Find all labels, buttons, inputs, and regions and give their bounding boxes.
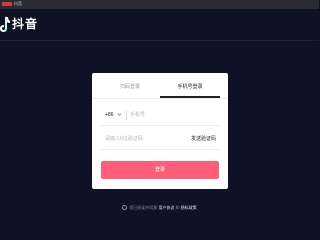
- browser-tab-strip: 抖音: [0, 0, 319, 9]
- login-tabs: 扫码登录 手机号登录: [92, 73, 228, 99]
- agreement-line: 我已阅读并同意 用户协议 和 隐私政策: [0, 204, 319, 212]
- browser-tab-label[interactable]: 抖音: [14, 1, 22, 7]
- agreement-checkbox[interactable]: [122, 205, 128, 211]
- phone-input[interactable]: [130, 109, 216, 121]
- send-code-button[interactable]: 发送验证码: [191, 134, 216, 144]
- phone-row: +86: [101, 105, 219, 126]
- verification-code-input[interactable]: [105, 133, 175, 145]
- douyin-logo-icon[interactable]: [0, 16, 10, 34]
- douyin-login-page: 抖音 抖音 扫码登录 手机号登录 +86 发送验证码 登录: [0, 0, 319, 240]
- chevron-down-icon[interactable]: [117, 112, 122, 117]
- site-header: 抖音: [0, 9, 319, 41]
- agreement-and: 和: [175, 205, 180, 210]
- tab-qr-login[interactable]: 扫码登录: [100, 82, 160, 92]
- code-row: 发送验证码: [101, 129, 219, 150]
- active-tab-indicator: [160, 96, 220, 98]
- logo-text[interactable]: 抖音: [12, 17, 38, 31]
- login-button[interactable]: 登录: [101, 161, 219, 179]
- agreement-prefix: 我已阅读并同意: [129, 205, 158, 210]
- privacy-policy-link[interactable]: 隐私政策: [181, 205, 197, 210]
- user-agreement-link[interactable]: 用户协议: [158, 205, 174, 210]
- field-divider: [126, 110, 127, 120]
- country-code-select[interactable]: +86: [105, 110, 113, 120]
- tab-phone-login[interactable]: 手机号登录: [160, 82, 220, 92]
- login-card: 扫码登录 手机号登录 +86 发送验证码 登录: [92, 73, 228, 189]
- browser-tab-favicon: [2, 2, 12, 6]
